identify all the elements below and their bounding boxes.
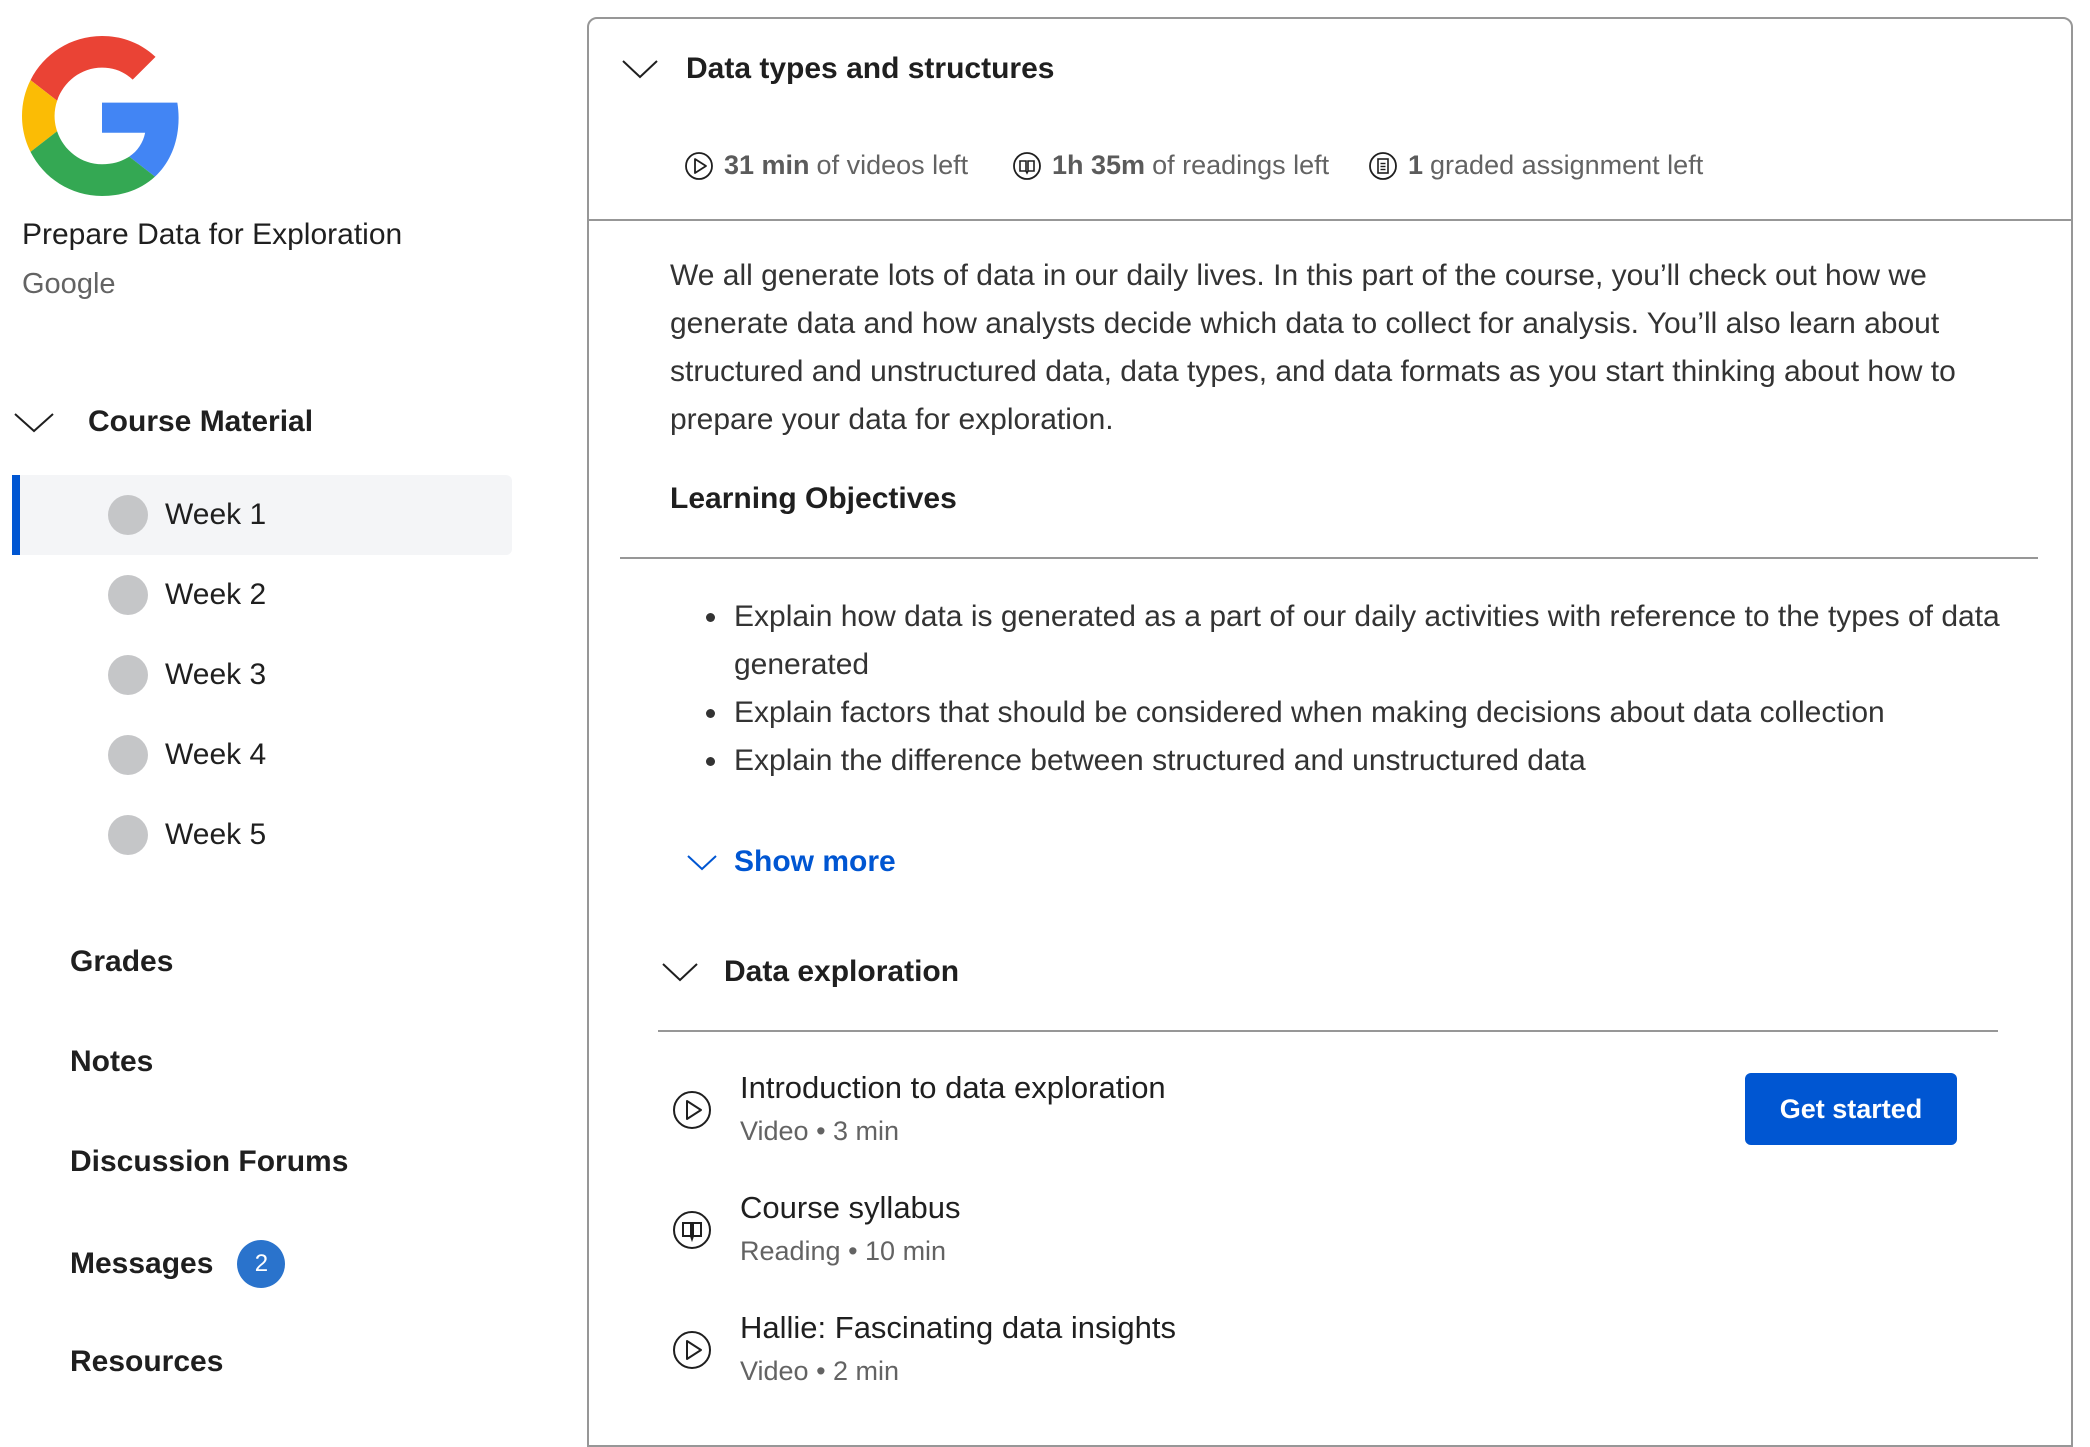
reading-book-icon: [1013, 151, 1041, 180]
sidebar-item-week-2[interactable]: Week 2: [12, 555, 512, 635]
chevron-down-icon: [662, 963, 698, 982]
module-description: We all generate lots of data in our dail…: [670, 259, 1956, 436]
sidebar-item-week-3[interactable]: Week 3: [12, 635, 512, 715]
chevron-down-icon: [14, 413, 54, 433]
show-more-button[interactable]: Show more: [686, 845, 896, 879]
lesson-item-title: Course syllabus: [740, 1190, 961, 1225]
assignment-icon: [1369, 151, 1397, 180]
readings-left-stat: 1h 35m of readings left: [1012, 150, 1329, 181]
lesson-item-meta: Video • 3 min: [740, 1116, 900, 1146]
progress-circle-icon: [108, 655, 148, 695]
lesson-item-meta: Reading • 10 min: [740, 1236, 947, 1266]
videos-left-text: of videos left: [816, 150, 969, 180]
sidebar-item-week-5[interactable]: Week 5: [12, 795, 512, 875]
progress-circle-icon: [108, 735, 148, 775]
lesson-item-hallie-video[interactable]: Hallie: Fascinating data insights Video …: [672, 1310, 1972, 1410]
sidebar-link-messages[interactable]: Messages 2: [70, 1240, 286, 1288]
sidebar-link-notes[interactable]: Notes: [70, 1045, 153, 1079]
learning-objectives-list: Explain how data is generated as a part …: [670, 593, 2010, 785]
sidebar-link-discussion-forums[interactable]: Discussion Forums: [70, 1145, 348, 1179]
sidebar-link-grades[interactable]: Grades: [70, 945, 173, 979]
course-partner: Google: [22, 268, 116, 300]
videos-left-stat: 31 min of videos left: [684, 150, 968, 181]
lesson-item-course-syllabus[interactable]: Course syllabus Reading • 10 min: [672, 1190, 1972, 1290]
readings-left-text: of readings left: [1152, 150, 1330, 180]
readings-left-value: 1h 35m: [1052, 150, 1146, 180]
week-label: Week 4: [165, 738, 267, 771]
lesson-item-meta: Video • 2 min: [740, 1356, 900, 1386]
google-logo: [22, 36, 182, 196]
learning-objective-item: Explain the difference between structure…: [670, 737, 2010, 785]
progress-circle-icon: [108, 495, 148, 535]
video-play-icon: [685, 151, 713, 180]
lesson-item-title: Introduction to data exploration: [740, 1070, 1166, 1105]
week-label: Week 5: [165, 818, 267, 851]
learning-objective-item: Explain factors that should be considere…: [670, 689, 2010, 737]
learning-objective-item: Explain how data is generated as a part …: [670, 593, 2010, 689]
week-label: Week 3: [165, 658, 267, 691]
week-label: Week 2: [165, 578, 267, 611]
course-material-label: Course Material: [88, 405, 314, 438]
get-started-button[interactable]: Get started: [1745, 1073, 1957, 1145]
sidebar-item-week-1[interactable]: Week 1: [12, 475, 512, 555]
video-play-icon: [673, 1331, 711, 1369]
progress-circle-icon: [108, 815, 148, 855]
assignments-left-stat: 1 graded assignment left: [1368, 150, 1703, 181]
sidebar-link-resources[interactable]: Resources: [70, 1345, 223, 1379]
course-material-toggle[interactable]: Course Material: [12, 400, 313, 444]
video-play-icon: [673, 1091, 711, 1129]
google-g-logo-icon: [22, 36, 179, 196]
videos-left-value: 31 min: [724, 150, 810, 180]
module-toggle[interactable]: Data types and structures: [620, 52, 1054, 86]
show-more-label: Show more: [734, 845, 896, 878]
reading-book-icon: [673, 1211, 711, 1249]
sidebar-item-week-4[interactable]: Week 4: [12, 715, 512, 795]
lesson-title: Data exploration: [724, 955, 960, 988]
assignments-left-value: 1: [1408, 150, 1424, 180]
module-title: Data types and structures: [686, 52, 1055, 85]
divider: [587, 219, 2073, 221]
lesson-toggle[interactable]: Data exploration: [660, 955, 959, 989]
messages-label: Messages: [70, 1247, 214, 1280]
assignments-left-text: graded assignment left: [1430, 150, 1704, 180]
divider: [658, 1030, 1998, 1032]
course-title: Prepare Data for Exploration: [22, 218, 403, 251]
chevron-down-icon: [622, 60, 658, 79]
unread-count-badge: 2: [237, 1240, 286, 1288]
chevron-down-icon: [687, 855, 717, 871]
learning-objectives-heading: Learning Objectives: [670, 482, 957, 515]
lesson-item-title: Hallie: Fascinating data insights: [740, 1310, 1176, 1345]
week-label: Week 1: [165, 498, 267, 531]
divider: [620, 557, 2038, 559]
active-indicator: [12, 475, 20, 555]
progress-circle-icon: [108, 575, 148, 615]
